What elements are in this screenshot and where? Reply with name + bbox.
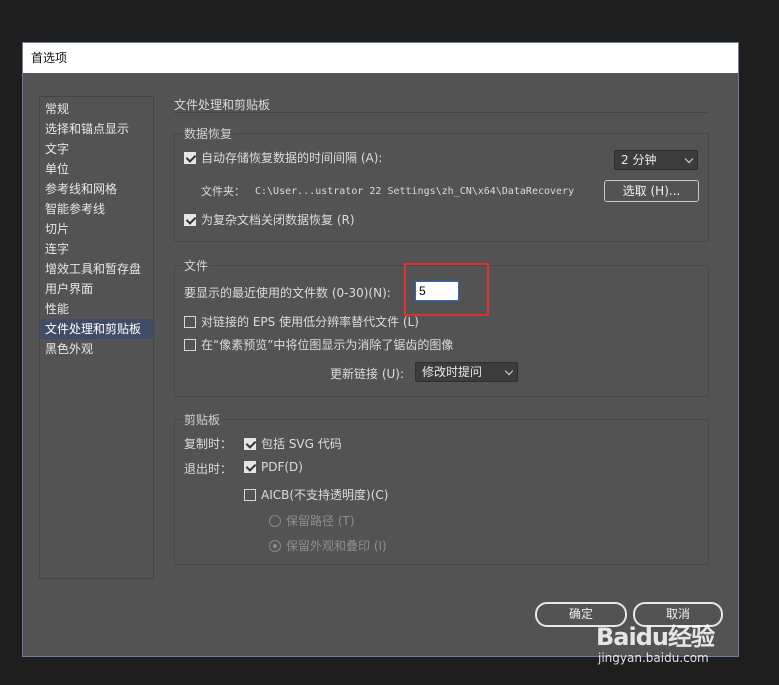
- data-recovery-title: 数据恢复: [182, 125, 235, 142]
- preferences-dialog: 首选项 常规 选择和锚点显示 文字 单位 参考线和网格 智能参考线 切片 连字 增效工具和暂存盘…: [22, 42, 739, 657]
- svg-option[interactable]: 包括 SVG 代码: [244, 435, 342, 452]
- aicb-checkbox[interactable]: [244, 488, 256, 501]
- interval-value: 2 分钟: [621, 153, 657, 167]
- pdf-checkbox[interactable]: [244, 461, 256, 473]
- aicb-label: AICB(不支持透明度)(C): [261, 488, 389, 502]
- aicb-option[interactable]: AICB(不支持透明度)(C): [244, 486, 388, 503]
- eps-label: 对链接的 EPS 使用低分辨率替代文件 (L): [201, 315, 419, 329]
- sidebar-item[interactable]: 增效工具和暂存盘: [40, 259, 153, 279]
- autosave-label: 自动存储恢复数据的时间间隔 (A):: [201, 151, 383, 165]
- update-links-select[interactable]: 修改时提问: [415, 362, 518, 382]
- autosave-checkbox[interactable]: [184, 151, 196, 164]
- pdf-label: PDF(D): [261, 460, 303, 474]
- pixel-preview-label: 在“像素预览”中将位图显示为消除了锯齿的图像: [201, 338, 454, 352]
- sidebar-item[interactable]: 连字: [40, 239, 153, 259]
- dialog-title: 首选项: [23, 43, 738, 73]
- sidebar-item[interactable]: 智能参考线: [40, 199, 153, 219]
- sidebar-item[interactable]: 选择和锚点显示: [40, 119, 153, 139]
- complex-doc-checkbox[interactable]: [184, 213, 196, 226]
- folder-row: 文件夹： C:\User...ustrator 22 Settings\zh_C…: [201, 183, 574, 199]
- recent-files-label: 要显示的最近使用的文件数 (0-30)(N):: [184, 286, 391, 300]
- pixel-preview-checkbox[interactable]: [184, 338, 196, 351]
- sidebar-item[interactable]: 常规: [40, 99, 153, 119]
- sidebar-item[interactable]: 黑色外观: [40, 339, 153, 359]
- complex-doc-label: 为复杂文档关闭数据恢复 (R): [201, 213, 355, 227]
- quit-label: 退出时：: [184, 462, 233, 476]
- sidebar-item[interactable]: 文字: [40, 139, 153, 159]
- complex-doc-option[interactable]: 为复杂文档关闭数据恢复 (R): [184, 211, 355, 228]
- keep-path-radio: [269, 514, 281, 527]
- section-title: 文件处理和剪贴板: [174, 98, 271, 112]
- folder-label: 文件夹：: [201, 185, 245, 198]
- quit-row: 退出时：: [184, 460, 232, 477]
- sidebar-item[interactable]: 参考线和网格: [40, 179, 153, 199]
- files-title: 文件: [182, 257, 211, 274]
- autosave-option[interactable]: 自动存储恢复数据的时间间隔 (A):: [184, 149, 382, 166]
- sidebar-item[interactable]: 单位: [40, 159, 153, 179]
- chevron-down-icon: [684, 154, 694, 164]
- pdf-option[interactable]: PDF(D): [244, 460, 303, 474]
- keep-path-label: 保留路径 (T): [286, 514, 355, 528]
- pixel-preview-option[interactable]: 在“像素预览”中将位图显示为消除了锯齿的图像: [184, 336, 453, 353]
- eps-checkbox[interactable]: [184, 315, 196, 328]
- svg-checkbox[interactable]: [244, 437, 256, 450]
- watermark-url: jingyan.baidu.com: [598, 651, 709, 665]
- sidebar-item[interactable]: 用户界面: [40, 279, 153, 299]
- keep-appearance-label: 保留外观和叠印 (I): [286, 539, 387, 553]
- svg-label: 包括 SVG 代码: [261, 437, 342, 451]
- clipboard-title: 剪贴板: [182, 411, 223, 428]
- keep-path-option: 保留路径 (T): [269, 512, 355, 529]
- sidebar-item[interactable]: 切片: [40, 219, 153, 239]
- highlight-box: [404, 263, 489, 316]
- folder-path: C:\User...ustrator 22 Settings\zh_CN\x64…: [255, 185, 575, 197]
- keep-appearance-radio: [269, 539, 281, 552]
- recent-files-row: 要显示的最近使用的文件数 (0-30)(N):: [184, 284, 391, 301]
- copy-row: 复制时：: [184, 435, 244, 452]
- choose-folder-button[interactable]: 选取 (H)...: [604, 180, 699, 202]
- update-links-label: 更新链接 (U):: [330, 367, 405, 381]
- eps-option[interactable]: 对链接的 EPS 使用低分辨率替代文件 (L): [184, 313, 419, 330]
- update-links-row: 更新链接 (U):: [330, 365, 404, 382]
- section-divider: [174, 112, 709, 113]
- chevron-down-icon: [504, 366, 514, 376]
- copy-label: 复制时：: [184, 437, 233, 451]
- sidebar: 常规 选择和锚点显示 文字 单位 参考线和网格 智能参考线 切片 连字 增效工具和暂存盘 用户界面…: [39, 96, 154, 579]
- sidebar-item[interactable]: 文件处理和剪贴板: [40, 319, 153, 339]
- keep-appearance-option: 保留外观和叠印 (I): [269, 537, 387, 554]
- interval-select[interactable]: 2 分钟: [614, 150, 698, 170]
- update-links-value: 修改时提问: [422, 365, 483, 379]
- watermark-logo: Baidu经验: [596, 623, 715, 651]
- sidebar-item[interactable]: 性能: [40, 299, 153, 319]
